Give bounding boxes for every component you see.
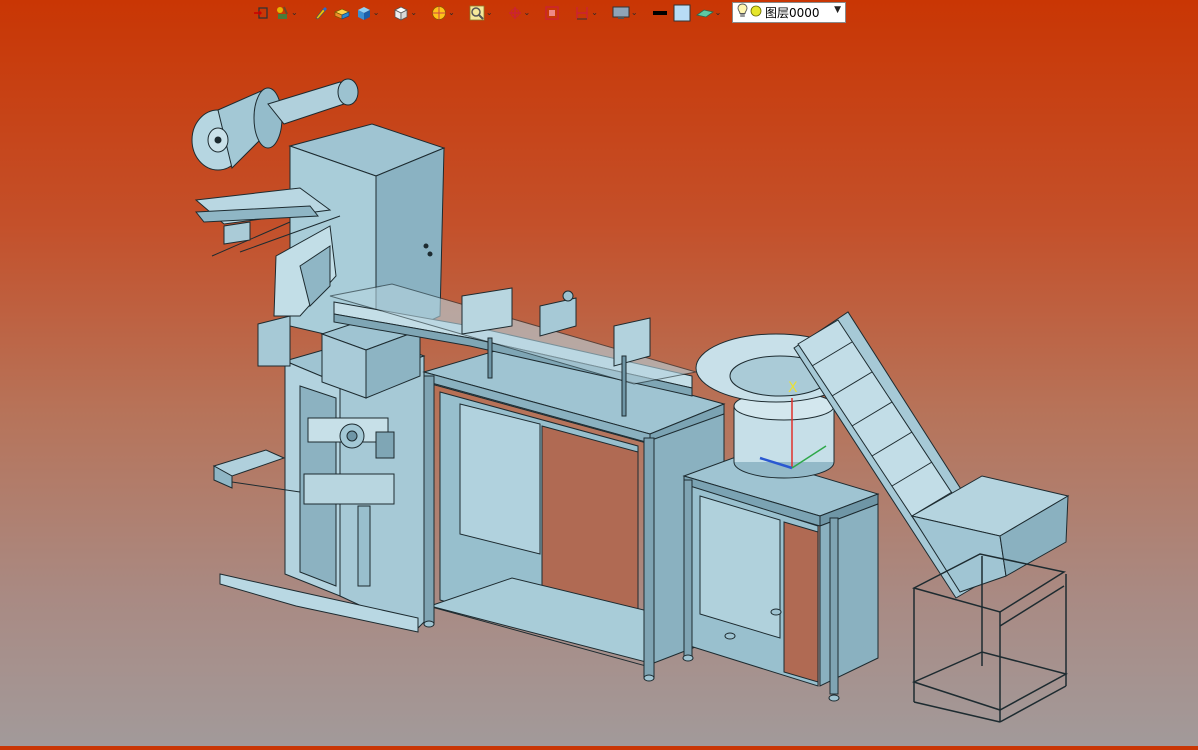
main-toolbar: ⌄ ⌄ ⌄ ⌄ ⌄ ⌄ ⌄ ⌄ ⌄ xyxy=(252,2,722,24)
material-brush-button[interactable]: ⌄ xyxy=(273,2,299,24)
snap-point-button[interactable] xyxy=(252,2,270,24)
layer-name: 图层0000 xyxy=(765,6,820,20)
measure-ruler-icon xyxy=(574,5,590,21)
layer-plane-icon xyxy=(695,5,714,21)
zoom-magnifier-icon xyxy=(469,5,485,21)
section-disc-icon xyxy=(431,5,447,21)
line-color-button[interactable] xyxy=(651,2,669,24)
snap-point-icon xyxy=(253,5,269,21)
lightbulb-icon[interactable] xyxy=(737,3,748,22)
svg-text:X: X xyxy=(788,380,798,396)
fill-color-icon xyxy=(673,4,691,22)
pen-button[interactable] xyxy=(311,2,329,24)
render-dropdown-icon[interactable]: ⌄ xyxy=(373,9,380,17)
pen-icon xyxy=(312,5,328,21)
fill-color-button[interactable] xyxy=(672,2,692,24)
layer-selector[interactable]: 图层0000 ▼ xyxy=(732,2,846,23)
layer-plane-button[interactable]: ⌄ xyxy=(695,2,723,24)
zoom-dropdown-icon[interactable]: ⌄ xyxy=(486,9,493,17)
render-cube-button[interactable]: ⌄ xyxy=(355,2,381,24)
material-brush-icon xyxy=(274,5,290,21)
cad-model: X xyxy=(191,78,1070,723)
section-disc-button[interactable]: ⌄ xyxy=(430,2,456,24)
display-monitor-button[interactable]: ⌄ xyxy=(611,2,639,24)
line-color-icon xyxy=(652,5,668,21)
view-dropdown-icon[interactable]: ⌄ xyxy=(410,9,417,17)
fit-frame-button[interactable] xyxy=(543,2,561,24)
rotate-dropdown-icon[interactable]: ⌄ xyxy=(524,9,531,17)
view-cube-icon xyxy=(393,5,409,21)
view-cube-button[interactable]: ⌄ xyxy=(392,2,418,24)
layer-status-dot-icon[interactable] xyxy=(750,5,762,20)
color-box-button[interactable] xyxy=(332,2,352,24)
packaging-machine xyxy=(191,78,446,633)
measure-ruler-button[interactable]: ⌄ xyxy=(573,2,599,24)
measure-dropdown-icon[interactable]: ⌄ xyxy=(591,9,598,17)
section-dropdown-icon[interactable]: ⌄ xyxy=(448,9,455,17)
display-monitor-icon xyxy=(612,5,630,21)
display-dropdown-icon[interactable]: ⌄ xyxy=(631,9,638,17)
layer-dropdown-arrow-icon[interactable]: ▼ xyxy=(834,5,841,15)
material-dropdown-icon[interactable]: ⌄ xyxy=(291,9,298,17)
color-box-icon xyxy=(333,5,351,21)
rotate-axis-button[interactable]: ⌄ xyxy=(506,2,532,24)
rotate-axis-icon xyxy=(507,5,523,21)
3d-viewport[interactable]: X xyxy=(0,26,1198,746)
fit-frame-icon xyxy=(544,5,560,21)
layer-tool-dropdown-icon[interactable]: ⌄ xyxy=(715,9,722,17)
zoom-magnifier-button[interactable]: ⌄ xyxy=(468,2,494,24)
render-cube-icon xyxy=(356,5,372,21)
